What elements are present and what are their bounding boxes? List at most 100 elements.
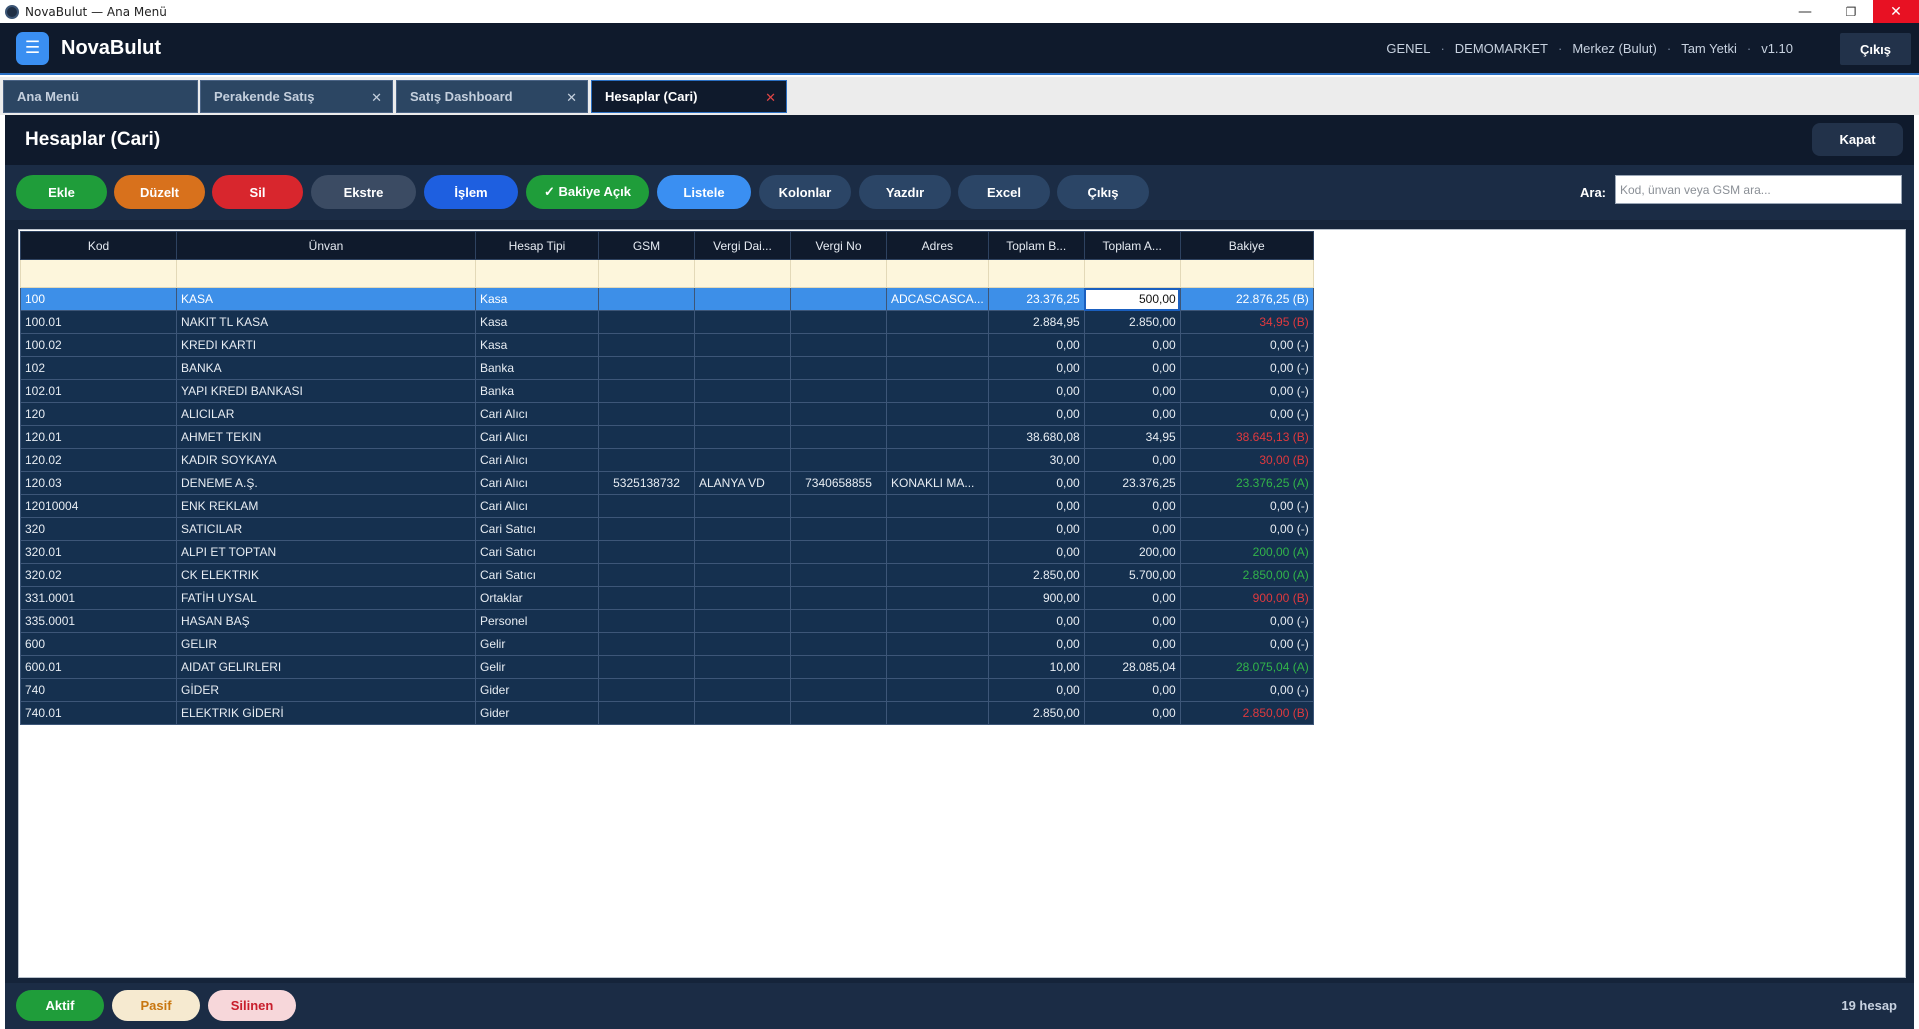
cell-vno[interactable] bbox=[790, 678, 887, 702]
cell-unvan[interactable]: HASAN BAŞ bbox=[176, 609, 476, 633]
cell-kod[interactable]: 120 bbox=[20, 402, 177, 426]
cell-unvan[interactable]: AIDAT GELIRLERI bbox=[176, 655, 476, 679]
cell-adres[interactable] bbox=[886, 448, 989, 472]
cell-adres[interactable] bbox=[886, 563, 989, 587]
cell-alacak[interactable]: 0,00 bbox=[1083, 356, 1181, 380]
cell-kod[interactable]: 120.02 bbox=[20, 448, 177, 472]
cell-unvan[interactable]: CK ELEKTRIK bbox=[176, 563, 476, 587]
cell-borc[interactable]: 10,00 bbox=[987, 655, 1085, 679]
cell-vd[interactable] bbox=[694, 701, 791, 725]
cell-vd[interactable] bbox=[694, 425, 791, 449]
table-row[interactable]: 120.03 DENEME A.Ş. Cari Alıcı 5325138732 ALA… bbox=[20, 471, 1314, 495]
cell-bakiye[interactable]: 900,00 (B) bbox=[1179, 586, 1314, 610]
cell-kod[interactable]: 12010004 bbox=[20, 494, 177, 518]
cell-vno[interactable] bbox=[790, 517, 887, 541]
cell-tip[interactable]: Cari Alıcı bbox=[475, 402, 599, 426]
cell-bakiye[interactable]: 2.850,00 (A) bbox=[1179, 563, 1314, 587]
cell-adres[interactable] bbox=[886, 609, 989, 633]
cell-vno[interactable] bbox=[790, 586, 887, 610]
minimize-icon[interactable]: — bbox=[1782, 0, 1828, 23]
cell-vno[interactable] bbox=[790, 333, 887, 357]
cell-gsm[interactable] bbox=[598, 494, 695, 518]
cell-unvan[interactable]: ENK REKLAM bbox=[176, 494, 476, 518]
cell-gsm[interactable]: 5325138732 bbox=[598, 471, 695, 495]
search-input[interactable] bbox=[1615, 175, 1902, 204]
cell-bakiye[interactable]: 0,00 (-) bbox=[1179, 632, 1314, 656]
cell-bakiye[interactable]: 0,00 (-) bbox=[1179, 678, 1314, 702]
cell-vno[interactable] bbox=[790, 632, 887, 656]
table-row[interactable]: 331.0001 FATİH UYSAL Ortaklar 900,00 0,00 900… bbox=[20, 586, 1314, 610]
cell-bakiye[interactable]: 23.376,25 (A) bbox=[1179, 471, 1314, 495]
cell-bakiye[interactable]: 2.850,00 (B) bbox=[1179, 701, 1314, 725]
filter-cell[interactable] bbox=[1179, 259, 1314, 288]
cell-borc[interactable]: 0,00 bbox=[987, 356, 1085, 380]
cell-adres[interactable] bbox=[886, 655, 989, 679]
table-row[interactable]: 320.02 CK ELEKTRIK Cari Satıcı 2.850,00 5.70… bbox=[20, 563, 1314, 587]
cell-tip[interactable]: Banka bbox=[475, 356, 599, 380]
cell-vno[interactable] bbox=[790, 494, 887, 518]
close-tab-icon[interactable]: ✕ bbox=[566, 90, 577, 106]
cell-unvan[interactable]: KREDI KARTI bbox=[176, 333, 476, 357]
cell-unvan[interactable]: SATICILAR bbox=[176, 517, 476, 541]
cell-bakiye[interactable]: 34,95 (B) bbox=[1179, 310, 1314, 334]
cell-adres[interactable] bbox=[886, 356, 989, 380]
table-row[interactable]: 100.02 KREDI KARTI Kasa 0,00 0,00 0,00 (-) bbox=[20, 333, 1314, 357]
cell-bakiye[interactable]: 0,00 (-) bbox=[1179, 609, 1314, 633]
table-row[interactable]: 335.0001 HASAN BAŞ Personel 0,00 0,00 0,00 (-… bbox=[20, 609, 1314, 633]
cell-bakiye[interactable]: 0,00 (-) bbox=[1179, 517, 1314, 541]
cell-alacak[interactable]: 0,00 bbox=[1083, 632, 1181, 656]
cell-alacak[interactable]: 34,95 bbox=[1083, 425, 1181, 449]
cell-vd[interactable] bbox=[694, 540, 791, 564]
cell-bakiye[interactable]: 0,00 (-) bbox=[1179, 333, 1314, 357]
cell-unvan[interactable]: DENEME A.Ş. bbox=[176, 471, 476, 495]
table-row[interactable]: 120.01 AHMET TEKIN Cari Alıcı 38.680,08 34,9… bbox=[20, 425, 1314, 449]
cell-alacak[interactable]: 200,00 bbox=[1083, 540, 1181, 564]
cell-vd[interactable] bbox=[694, 402, 791, 426]
column-header-vergi-dairesi[interactable]: Vergi Dai... bbox=[694, 231, 791, 260]
filter-cell[interactable] bbox=[176, 259, 476, 288]
filter-cell[interactable] bbox=[790, 259, 887, 288]
table-row[interactable]: 740.01 ELEKTRIK GİDERİ Gider 2.850,00 0,00 2.… bbox=[20, 701, 1314, 725]
cell-bakiye[interactable]: 0,00 (-) bbox=[1179, 356, 1314, 380]
cell-bakiye[interactable]: 38.645,13 (B) bbox=[1179, 425, 1314, 449]
cell-kod[interactable]: 331.0001 bbox=[20, 586, 177, 610]
cell-bakiye[interactable]: 0,00 (-) bbox=[1179, 494, 1314, 518]
cell-bakiye[interactable]: 200,00 (A) bbox=[1179, 540, 1314, 564]
cell-gsm[interactable] bbox=[598, 379, 695, 403]
cell-adres[interactable]: KONAKLI MA... bbox=[886, 471, 989, 495]
cell-tip[interactable]: Gelir bbox=[475, 632, 599, 656]
cell-tip[interactable]: Cari Alıcı bbox=[475, 471, 599, 495]
cell-vno[interactable] bbox=[790, 448, 887, 472]
islem-button[interactable]: İşlem bbox=[424, 175, 518, 209]
cell-vd[interactable] bbox=[694, 609, 791, 633]
cell-vno[interactable] bbox=[790, 540, 887, 564]
excel-button[interactable]: Excel bbox=[958, 175, 1050, 209]
cell-unvan[interactable]: ALPI ET TOPTAN bbox=[176, 540, 476, 564]
cell-bakiye[interactable]: 30,00 (B) bbox=[1179, 448, 1314, 472]
cell-borc[interactable]: 0,00 bbox=[987, 540, 1085, 564]
cell-kod[interactable]: 740 bbox=[20, 678, 177, 702]
cell-kod[interactable]: 600 bbox=[20, 632, 177, 656]
tab-satis-dashboard[interactable]: Satış Dashboard ✕ bbox=[396, 80, 588, 113]
cell-adres[interactable] bbox=[886, 586, 989, 610]
cell-alacak[interactable]: 0,00 bbox=[1083, 586, 1181, 610]
cell-tip[interactable]: Cari Satıcı bbox=[475, 540, 599, 564]
table-row[interactable]: 740 GİDER Gider 0,00 0,00 0,00 (-) bbox=[20, 678, 1314, 702]
cell-gsm[interactable] bbox=[598, 425, 695, 449]
cell-vd[interactable] bbox=[694, 655, 791, 679]
cell-alacak[interactable]: 0,00 bbox=[1083, 494, 1181, 518]
column-header-bakiye[interactable]: Bakiye bbox=[1179, 231, 1314, 260]
cell-vd[interactable] bbox=[694, 586, 791, 610]
cell-alacak[interactable]: 500,00 bbox=[1083, 287, 1181, 311]
column-header-unvan[interactable]: Ünvan bbox=[176, 231, 476, 260]
cell-adres[interactable] bbox=[886, 333, 989, 357]
cell-vd[interactable] bbox=[694, 632, 791, 656]
cell-borc[interactable]: 0,00 bbox=[987, 333, 1085, 357]
cell-tip[interactable]: Gelir bbox=[475, 655, 599, 679]
cell-adres[interactable] bbox=[886, 425, 989, 449]
cell-vd[interactable] bbox=[694, 678, 791, 702]
cell-borc[interactable]: 38.680,08 bbox=[987, 425, 1085, 449]
filter-row[interactable] bbox=[20, 259, 1314, 288]
cell-unvan[interactable]: GELIR bbox=[176, 632, 476, 656]
cell-vno[interactable] bbox=[790, 402, 887, 426]
